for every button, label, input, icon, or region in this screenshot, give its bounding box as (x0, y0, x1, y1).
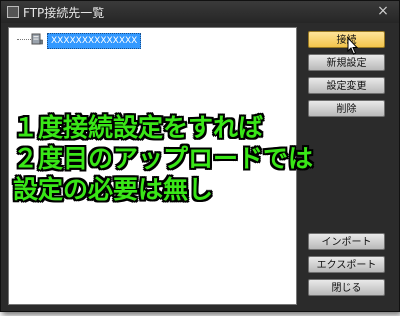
close-icon[interactable]: × (375, 3, 391, 19)
server-icon (31, 33, 43, 45)
new-settings-button[interactable]: 新規設定 (308, 54, 385, 71)
delete-button[interactable]: 削除 (308, 100, 385, 117)
tree-item-label[interactable]: XXXXXXXXXXXXXX (47, 33, 142, 49)
change-settings-button[interactable]: 設定変更 (308, 77, 385, 94)
window-title: FTP接続先一覧 (23, 6, 105, 20)
annotation-line-1: １度接続設定をすれば (13, 113, 264, 142)
annotation-line-2: ２度目のアップロードでは (13, 144, 314, 173)
title-bar[interactable]: FTP接続先一覧 × (1, 1, 399, 23)
mouse-cursor-icon (347, 37, 359, 55)
export-button[interactable]: エクスポート (308, 256, 385, 273)
close-button[interactable]: 閉じる (308, 279, 385, 296)
annotation-line-3: 設定の必要は無し (13, 175, 214, 204)
import-button[interactable]: インポート (308, 233, 385, 250)
tree-connector-line (17, 39, 31, 40)
window-icon (7, 6, 19, 18)
